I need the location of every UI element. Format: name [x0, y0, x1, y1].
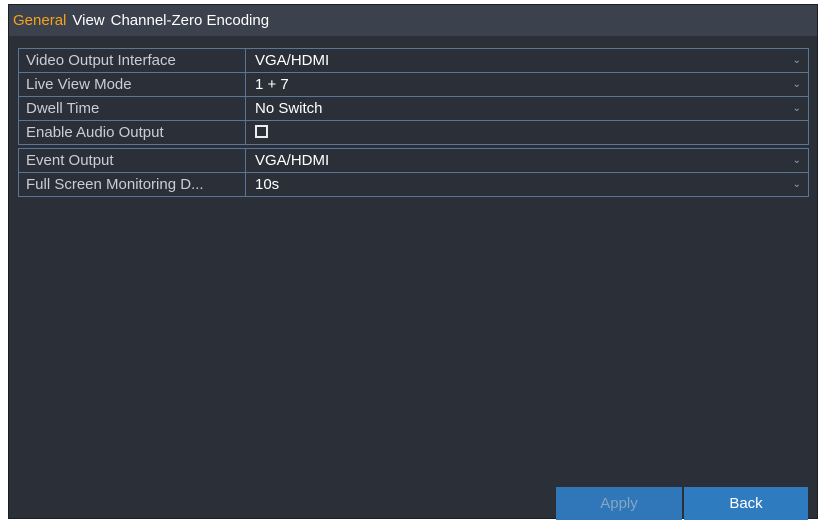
dwell-time-label: Dwell Time	[19, 97, 246, 120]
settings-window: General View Channel-Zero Encoding Video…	[8, 4, 818, 520]
dwell-time-select[interactable]: No Switch ⌄	[246, 97, 808, 120]
video-output-interface-select[interactable]: VGA/HDMI ⌄	[246, 49, 808, 72]
live-view-mode-value: 1 + 7	[255, 76, 289, 93]
tab-view[interactable]: View	[72, 12, 104, 29]
live-view-mode-select[interactable]: 1 + 7 ⌄	[246, 73, 808, 96]
tab-channel-zero-encoding[interactable]: Channel-Zero Encoding	[111, 12, 269, 29]
full-screen-monitoring-label: Full Screen Monitoring D...	[19, 173, 246, 196]
chevron-down-icon: ⌄	[792, 103, 801, 114]
settings-list: Video Output Interface VGA/HDMI ⌄ Live V…	[18, 48, 809, 200]
event-output-value: VGA/HDMI	[255, 152, 330, 169]
setting-row-event-output: Event Output VGA/HDMI ⌄	[19, 149, 808, 173]
video-output-interface-value: VGA/HDMI	[255, 52, 330, 69]
full-screen-monitoring-value: 10s	[255, 176, 280, 193]
video-output-interface-label: Video Output Interface	[19, 49, 246, 72]
enable-audio-output-label: Enable Audio Output	[19, 121, 246, 144]
chevron-down-icon: ⌄	[792, 179, 801, 190]
dwell-time-value: No Switch	[255, 100, 323, 117]
setting-row-full-screen-monitoring: Full Screen Monitoring D... 10s ⌄	[19, 173, 808, 196]
enable-audio-output-checkbox[interactable]	[255, 125, 268, 138]
enable-audio-output-cell	[246, 121, 808, 144]
full-screen-monitoring-select[interactable]: 10s ⌄	[246, 173, 808, 196]
setting-row-enable-audio-output: Enable Audio Output	[19, 121, 808, 144]
chevron-down-icon: ⌄	[792, 79, 801, 90]
event-output-label: Event Output	[19, 149, 246, 172]
live-view-mode-label: Live View Mode	[19, 73, 246, 96]
event-output-select[interactable]: VGA/HDMI ⌄	[246, 149, 808, 172]
apply-button[interactable]: Apply	[556, 487, 682, 520]
chevron-down-icon: ⌄	[792, 55, 801, 66]
setting-row-live-view-mode: Live View Mode 1 + 7 ⌄	[19, 73, 808, 97]
setting-row-video-output-interface: Video Output Interface VGA/HDMI ⌄	[19, 49, 808, 73]
event-settings-group: Event Output VGA/HDMI ⌄ Full Screen Moni…	[18, 148, 809, 197]
back-button[interactable]: Back	[684, 487, 808, 520]
chevron-down-icon: ⌄	[792, 155, 801, 166]
tab-general[interactable]: General	[13, 12, 66, 29]
tab-bar: General View Channel-Zero Encoding	[9, 5, 817, 36]
setting-row-dwell-time: Dwell Time No Switch ⌄	[19, 97, 808, 121]
output-settings-group: Video Output Interface VGA/HDMI ⌄ Live V…	[18, 48, 809, 145]
